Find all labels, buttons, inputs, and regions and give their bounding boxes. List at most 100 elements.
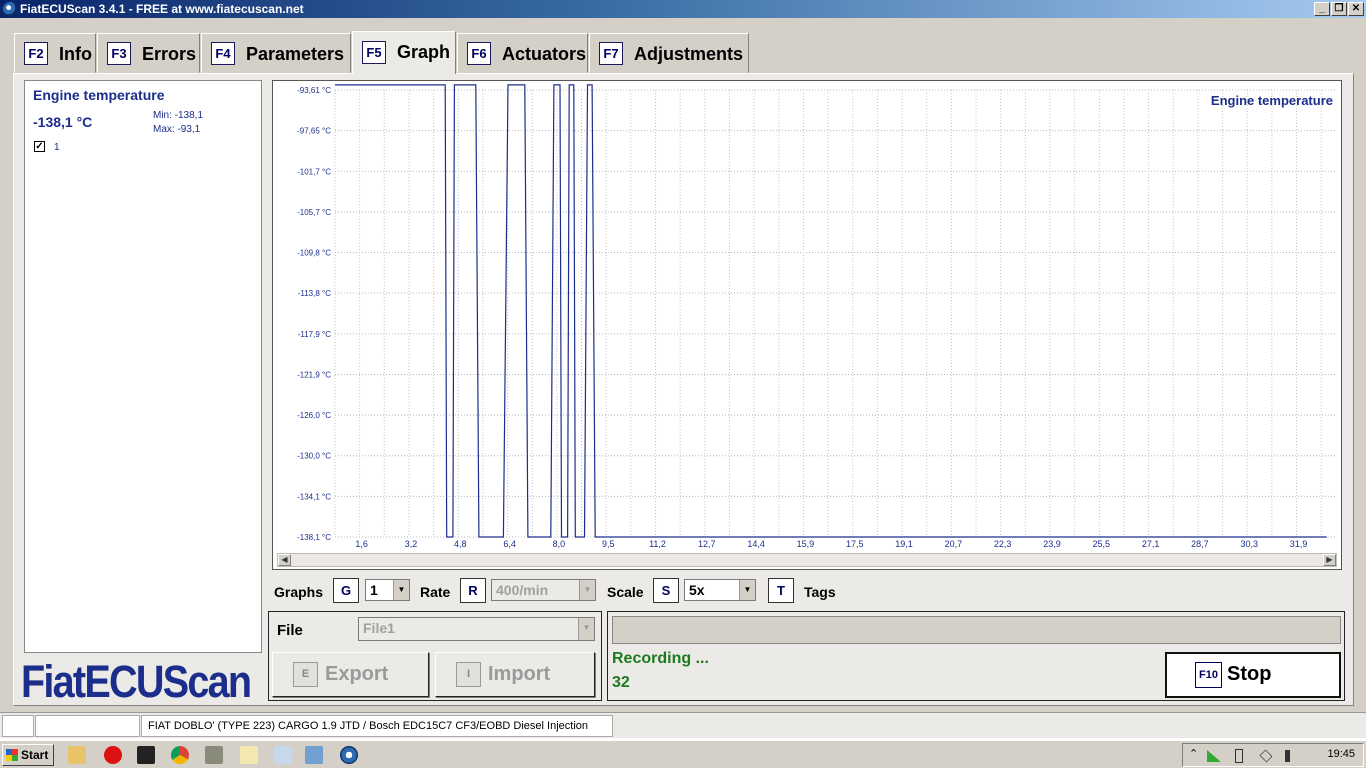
file-select[interactable]: File1 ▼ bbox=[358, 617, 595, 641]
graphs-key[interactable]: G bbox=[333, 578, 359, 603]
tab-parameters[interactable]: F4 Parameters bbox=[201, 33, 351, 73]
x-tick-label: 22,3 bbox=[994, 539, 1012, 549]
chevron-down-icon[interactable]: ▼ bbox=[579, 580, 595, 600]
windows-logo-icon bbox=[6, 749, 18, 761]
start-button[interactable]: Start bbox=[2, 744, 54, 766]
minimize-button[interactable]: _ bbox=[1314, 2, 1330, 16]
signal-icon[interactable] bbox=[1207, 750, 1221, 762]
file-select-value: File1 bbox=[363, 620, 395, 636]
rate-key[interactable]: R bbox=[460, 578, 486, 603]
x-tick-label: 30,3 bbox=[1240, 539, 1258, 549]
tags-label: Tags bbox=[804, 584, 836, 600]
chart-legend: Engine temperature bbox=[1211, 93, 1333, 108]
y-tick-label: -101,7 °C bbox=[297, 167, 331, 176]
fiatecuscan-task-icon[interactable] bbox=[340, 746, 358, 764]
tab-adjustments[interactable]: F7 Adjustments bbox=[589, 33, 749, 73]
parameter-current-value: -138,1 °C bbox=[33, 114, 93, 130]
series-checkbox[interactable]: ✓ bbox=[34, 141, 45, 152]
import-label: Import bbox=[488, 663, 551, 685]
x-tick-label: 8,0 bbox=[553, 539, 566, 549]
rate-select-value: 400/min bbox=[496, 582, 549, 598]
stop-button[interactable]: F10 Stop bbox=[1165, 652, 1341, 698]
x-tick-label: 4,8 bbox=[454, 539, 467, 549]
x-tick-label: 19,1 bbox=[895, 539, 913, 549]
x-tick-label: 25,5 bbox=[1093, 539, 1111, 549]
x-tick-label: 23,9 bbox=[1043, 539, 1061, 549]
export-button[interactable]: E Export bbox=[272, 652, 429, 697]
app-status-bar: FIAT DOBLO' (TYPE 223) CARGO 1.9 JTD / B… bbox=[0, 712, 1366, 752]
file-explorer-icon[interactable] bbox=[68, 746, 86, 764]
command-prompt-icon[interactable] bbox=[137, 746, 155, 764]
tab-actuators-label: Actuators bbox=[502, 44, 587, 64]
stop-label: Stop bbox=[1227, 663, 1272, 685]
chevron-down-icon[interactable]: ▼ bbox=[739, 580, 755, 600]
volume-icon[interactable] bbox=[1285, 750, 1295, 762]
x-tick-label: 31,9 bbox=[1290, 539, 1308, 549]
status-cell-1 bbox=[2, 715, 34, 737]
tab-actuators[interactable]: F6 Actuators bbox=[457, 33, 588, 73]
network-tool-icon[interactable] bbox=[205, 746, 223, 764]
chrome-icon[interactable] bbox=[171, 746, 189, 764]
restore-button[interactable]: ❐ bbox=[1331, 2, 1347, 16]
x-tick-label: 15,9 bbox=[797, 539, 815, 549]
y-tick-label: -113,8 °C bbox=[298, 289, 332, 298]
export-key: E bbox=[293, 662, 318, 687]
x-tick-label: 12,7 bbox=[698, 539, 716, 549]
parameter-max: Max: -93,1 bbox=[153, 124, 201, 135]
notepad-icon[interactable] bbox=[240, 746, 258, 764]
tab-errors-label: Errors bbox=[142, 44, 197, 64]
tab-errors[interactable]: F3 Errors bbox=[97, 33, 200, 73]
graph-tab-panel: Engine temperature -138,1 °C Min: -138,1… bbox=[13, 73, 1354, 707]
x-tick-label: 14,4 bbox=[747, 539, 765, 549]
tray-expand-icon[interactable]: ⌃ bbox=[1189, 747, 1198, 760]
tab-info[interactable]: F2 Info bbox=[14, 33, 96, 73]
app-icon bbox=[3, 2, 17, 16]
graph-area: -138,1 °C -134,1 °C -130,0 °C -126,0 °C -121… bbox=[272, 80, 1342, 570]
rate-select[interactable]: 400/min ▼ bbox=[491, 579, 596, 601]
opera-icon[interactable] bbox=[104, 746, 122, 764]
progress-field bbox=[612, 616, 1341, 644]
y-tick-label: -105,7 °C bbox=[297, 208, 331, 217]
tab-info-label: Info bbox=[59, 44, 92, 64]
fiatecuscan-logo: FiatECUScan bbox=[21, 656, 252, 707]
scale-key[interactable]: S bbox=[653, 578, 679, 603]
x-tick-label: 1,6 bbox=[355, 539, 368, 549]
main-window: F2 Info F3 Errors F4 Parameters F5 Graph… bbox=[0, 18, 1366, 712]
tab-errors-key: F3 bbox=[107, 42, 131, 65]
close-button[interactable]: ✕ bbox=[1348, 2, 1364, 16]
tab-info-key: F2 bbox=[24, 42, 48, 65]
battery-icon[interactable] bbox=[1235, 749, 1243, 763]
parameter-min: Min: -138,1 bbox=[153, 110, 204, 121]
tab-parameters-key: F4 bbox=[211, 42, 235, 65]
graph-horizontal-scrollbar[interactable]: ◀ ▶ bbox=[277, 553, 1337, 567]
x-tick-label: 17,5 bbox=[846, 539, 864, 549]
tab-graph[interactable]: F5 Graph bbox=[352, 31, 456, 74]
y-tick-label: -97,65 °C bbox=[297, 127, 331, 136]
x-tick-label: 27,1 bbox=[1142, 539, 1160, 549]
temperature-chart: -138,1 °C -134,1 °C -130,0 °C -126,0 °C -121… bbox=[297, 84, 1336, 549]
scroll-left-icon[interactable]: ◀ bbox=[278, 554, 291, 566]
dropbox-icon[interactable] bbox=[1259, 749, 1273, 763]
tab-graph-label: Graph bbox=[397, 42, 451, 62]
x-tick-label: 3,2 bbox=[405, 539, 418, 549]
document-icon[interactable] bbox=[274, 746, 292, 764]
tab-adjustments-key: F7 bbox=[599, 42, 623, 65]
tab-parameters-label: Parameters bbox=[246, 44, 345, 64]
y-tick-label: -126,0 °C bbox=[297, 411, 331, 420]
chevron-down-icon[interactable]: ▼ bbox=[578, 618, 594, 640]
sample-count: 32 bbox=[612, 674, 630, 691]
y-tick-label: -93,61 °C bbox=[297, 86, 331, 95]
graphs-select[interactable]: 1 ▼ bbox=[365, 579, 410, 601]
parameter-title: Engine temperature bbox=[33, 87, 165, 103]
title-bar: FiatECUScan 3.4.1 - FREE at www.fiatecus… bbox=[0, 0, 1366, 18]
y-tick-label: -109,8 °C bbox=[297, 249, 331, 258]
scroll-right-icon[interactable]: ▶ bbox=[1323, 554, 1336, 566]
chevron-down-icon[interactable]: ▼ bbox=[393, 580, 409, 600]
scale-select[interactable]: 5x ▼ bbox=[684, 579, 756, 601]
file-group: File File1 ▼ E Export I Import bbox=[268, 611, 602, 701]
start-label: Start bbox=[21, 748, 49, 762]
y-tick-label: -117,9 °C bbox=[298, 330, 332, 339]
tags-key[interactable]: T bbox=[768, 578, 794, 603]
remote-desktop-icon[interactable] bbox=[305, 746, 323, 764]
import-button[interactable]: I Import bbox=[435, 652, 595, 697]
